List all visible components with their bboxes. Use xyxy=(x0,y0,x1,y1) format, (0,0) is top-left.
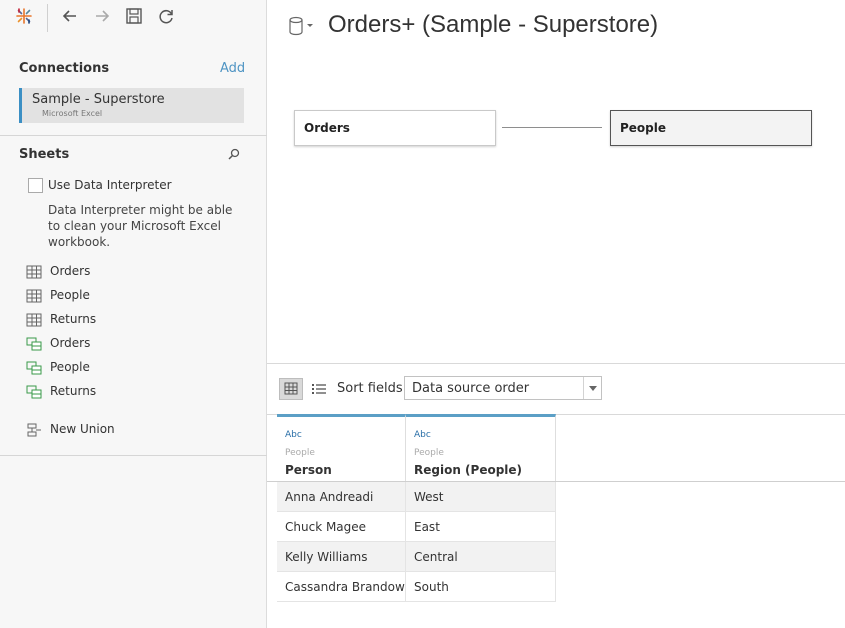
table-icon xyxy=(26,313,42,327)
sheet-item-label: Returns xyxy=(50,384,97,398)
table-icon xyxy=(26,265,42,279)
canvas-table-label: Orders xyxy=(304,121,350,135)
chevron-down-icon xyxy=(589,386,597,391)
connection-type: Microsoft Excel xyxy=(42,109,103,118)
grid-toolbar: Sort fields Data source order xyxy=(267,363,845,415)
column-source: People xyxy=(414,448,444,458)
connections-title: Connections xyxy=(19,61,110,76)
table-cell[interactable]: Kelly Williams xyxy=(277,542,406,572)
table-icon xyxy=(26,289,42,303)
tableau-logo-icon[interactable] xyxy=(14,6,34,26)
sheet-item-returns-range[interactable]: Returns xyxy=(26,383,246,403)
use-data-interpreter-checkbox[interactable] xyxy=(28,178,43,193)
column-header-region[interactable]: Abc People Region (People) xyxy=(406,414,556,481)
use-data-interpreter-label: Use Data Interpreter xyxy=(48,178,172,192)
column-name: Person xyxy=(285,463,332,477)
canvas-table-orders[interactable]: Orders xyxy=(294,110,496,146)
grid-icon xyxy=(284,382,298,395)
add-connection-link[interactable]: Add xyxy=(220,61,245,76)
forward-icon[interactable] xyxy=(92,6,112,26)
sheet-item-label: People xyxy=(50,288,90,302)
refresh-icon[interactable] xyxy=(156,6,176,26)
table-cell[interactable]: West xyxy=(406,482,556,512)
sheet-item-people-table[interactable]: People xyxy=(26,287,246,307)
column-name: Region (People) xyxy=(414,463,523,477)
datasource-title[interactable]: Orders+ (Sample - Superstore) xyxy=(328,11,658,39)
column-header-person[interactable]: Abc People Person xyxy=(277,414,406,481)
list-view-icon[interactable] xyxy=(311,382,327,396)
canvas-table-people[interactable]: People xyxy=(610,110,812,146)
sheet-item-label: Orders xyxy=(50,264,91,278)
left-pane: Connections Add Sample - Superstore Micr… xyxy=(0,0,267,628)
sheet-item-orders-table[interactable]: Orders xyxy=(26,263,246,283)
table-cell[interactable]: Anna Andreadi xyxy=(277,482,406,512)
connection-item[interactable]: Sample - Superstore Microsoft Excel xyxy=(19,88,244,123)
table-cell[interactable]: Cassandra Brandow xyxy=(277,572,406,602)
column-source: People xyxy=(285,448,315,458)
sheet-item-label: People xyxy=(50,360,90,374)
sheet-item-label: Orders xyxy=(50,336,91,350)
sort-fields-label: Sort fields xyxy=(337,381,403,396)
new-union-item[interactable]: New Union xyxy=(26,421,246,441)
sheet-item-returns-table[interactable]: Returns xyxy=(26,311,246,331)
grid-view-button[interactable] xyxy=(279,378,303,400)
search-icon[interactable] xyxy=(228,148,240,160)
save-icon[interactable] xyxy=(124,6,144,26)
table-cell[interactable]: Chuck Magee xyxy=(277,512,406,542)
dropdown-arrow[interactable] xyxy=(583,377,601,399)
table-cell[interactable]: South xyxy=(406,572,556,602)
string-type-icon[interactable]: Abc xyxy=(285,430,302,440)
canvas-table-label: People xyxy=(620,121,667,135)
back-icon[interactable] xyxy=(60,6,80,26)
string-type-icon[interactable]: Abc xyxy=(414,430,431,440)
sheet-item-people-range[interactable]: People xyxy=(26,359,246,379)
table-cell[interactable]: East xyxy=(406,512,556,542)
connection-name: Sample - Superstore xyxy=(32,92,165,107)
datasource-icon[interactable] xyxy=(288,15,314,37)
sheets-title: Sheets xyxy=(19,147,70,162)
sort-fields-select[interactable]: Data source order xyxy=(404,376,602,400)
named-range-icon xyxy=(26,385,42,399)
data-interpreter-help-text: Data Interpreter might be able to clean … xyxy=(48,203,233,249)
join-connector[interactable] xyxy=(502,127,602,128)
named-range-icon xyxy=(26,337,42,351)
toolbar-separator xyxy=(47,4,48,32)
divider xyxy=(0,135,267,136)
sheet-item-orders-range[interactable]: Orders xyxy=(26,335,246,355)
table-cell[interactable]: Central xyxy=(406,542,556,572)
named-range-icon xyxy=(26,361,42,375)
sort-fields-value: Data source order xyxy=(412,381,530,396)
divider xyxy=(0,455,267,456)
new-union-label: New Union xyxy=(50,422,115,436)
union-icon xyxy=(27,423,41,437)
sheet-item-label: Returns xyxy=(50,312,97,326)
